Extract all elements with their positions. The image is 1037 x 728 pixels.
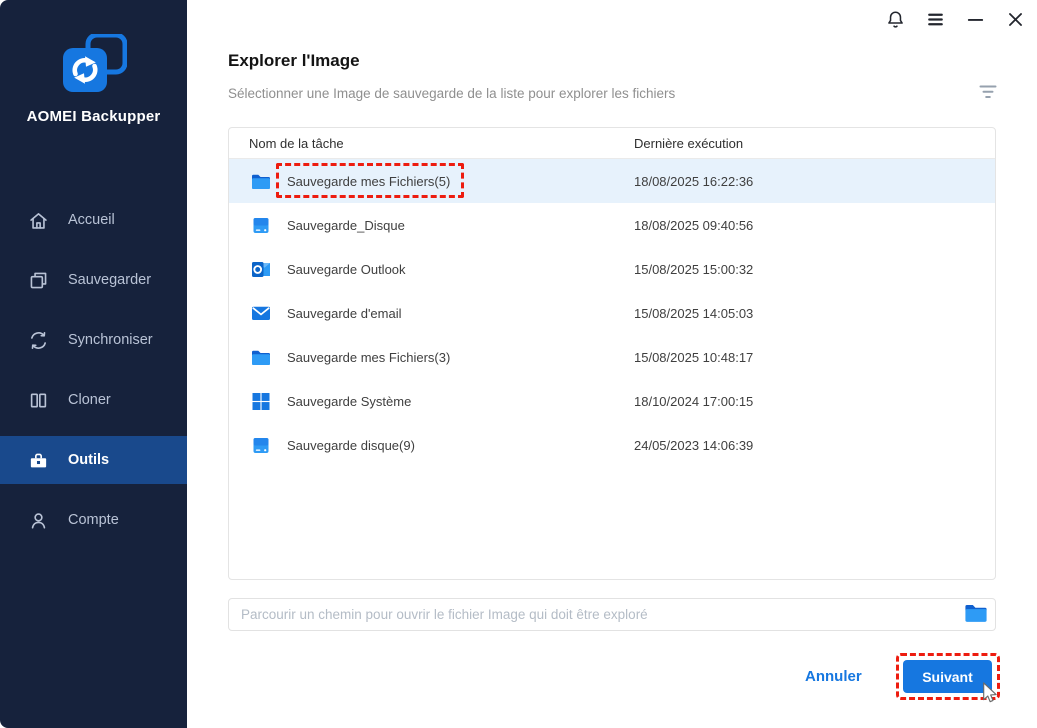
disk-icon (251, 217, 271, 234)
task-last-run: 24/05/2023 14:06:39 (634, 437, 754, 453)
sidebar-item-label: Accueil (68, 212, 115, 228)
filter-icon (978, 84, 998, 103)
windows-icon (251, 392, 271, 410)
sync-icon (28, 330, 49, 351)
task-last-run: 15/08/2025 14:05:03 (634, 305, 754, 321)
sidebar-item-accueil[interactable]: Accueil (0, 196, 187, 244)
sidebar-nav: Accueil Sauvegarder Synchroniser Cloner … (0, 196, 187, 556)
sidebar-item-outils[interactable]: Outils (0, 436, 187, 484)
bell-icon (885, 9, 906, 33)
aomei-logo-icon (63, 32, 128, 98)
copy-icon (28, 270, 49, 291)
table-header: Nom de la tâche Dernière exécution (229, 128, 995, 159)
task-name: Sauvegarde disque(9) (287, 437, 415, 453)
outlook-icon (251, 261, 271, 278)
home-icon (28, 210, 49, 231)
table-row[interactable]: Sauvegarde Système 18/10/2024 17:00:15 (229, 379, 995, 423)
next-button[interactable]: Suivant (903, 660, 992, 693)
task-name: Sauvegarde Outlook (287, 261, 406, 277)
folder-icon (251, 349, 271, 366)
folder-icon (251, 173, 271, 190)
task-name: Sauvegarde Système (287, 393, 412, 409)
browse-button[interactable] (963, 603, 989, 625)
menu-icon (925, 9, 946, 33)
app-window: AOMEI Backupper Accueil Sauvegarder Sync… (0, 0, 1037, 728)
table-row[interactable]: Sauvegarde mes Fichiers(5) 18/08/2025 16… (229, 159, 995, 203)
table-row[interactable]: Sauvegarde_Disque 18/08/2025 09:40:56 (229, 203, 995, 247)
table-row[interactable]: Sauvegarde Outlook 15/08/2025 15:00:32 (229, 247, 995, 291)
sidebar-item-synchroniser[interactable]: Synchroniser (0, 316, 187, 364)
sidebar-item-compte[interactable]: Compte (0, 496, 187, 544)
table-rows: Sauvegarde mes Fichiers(5) 18/08/2025 16… (229, 159, 995, 467)
table-row[interactable]: Sauvegarde disque(9) 24/05/2023 14:06:39 (229, 423, 995, 467)
sidebar: AOMEI Backupper Accueil Sauvegarder Sync… (0, 0, 187, 728)
minimize-button[interactable] (965, 10, 986, 31)
sidebar-item-label: Outils (68, 452, 110, 468)
close-button[interactable] (1005, 10, 1026, 31)
disk-icon (251, 437, 271, 454)
page-subtitle: Sélectionner une Image de sauvegarde de … (228, 86, 676, 101)
mail-icon (251, 305, 271, 322)
backup-task-table: Nom de la tâche Dernière exécution Sauve… (228, 127, 996, 580)
column-header-task-name: Nom de la tâche (249, 135, 344, 151)
menu-button[interactable] (925, 10, 946, 31)
table-row[interactable]: Sauvegarde d'email 15/08/2025 14:05:03 (229, 291, 995, 335)
app-name: AOMEI Backupper (26, 108, 161, 125)
task-name: Sauvegarde d'email (287, 305, 402, 321)
task-name: Sauvegarde_Disque (287, 217, 405, 233)
filter-button[interactable] (977, 84, 999, 102)
toolbox-icon (28, 450, 49, 471)
sidebar-item-label: Sauvegarder (68, 272, 152, 288)
sidebar-item-cloner[interactable]: Cloner (0, 376, 187, 424)
sidebar-item-label: Synchroniser (68, 332, 153, 348)
task-last-run: 15/08/2025 10:48:17 (634, 349, 754, 365)
sidebar-item-label: Compte (68, 512, 119, 528)
cancel-button[interactable]: Annuler (805, 668, 862, 685)
notifications-button[interactable] (885, 10, 906, 31)
user-icon (28, 510, 49, 531)
close-icon (1005, 9, 1026, 33)
task-last-run: 18/10/2024 17:00:15 (634, 393, 754, 409)
task-last-run: 18/08/2025 16:22:36 (634, 173, 754, 189)
image-path-input[interactable] (228, 598, 996, 631)
table-row[interactable]: Sauvegarde mes Fichiers(3) 15/08/2025 10… (229, 335, 995, 379)
task-last-run: 18/08/2025 09:40:56 (634, 217, 754, 233)
folder-icon (964, 605, 988, 626)
sidebar-item-sauvegarder[interactable]: Sauvegarder (0, 256, 187, 304)
column-header-last-run: Dernière exécution (634, 135, 744, 151)
task-name: Sauvegarde mes Fichiers(3) (287, 349, 451, 365)
task-name: Sauvegarde mes Fichiers(5) (287, 173, 451, 189)
clone-icon (28, 390, 49, 411)
path-input-wrap (228, 598, 996, 631)
task-last-run: 15/08/2025 15:00:32 (634, 261, 754, 277)
window-controls (885, 10, 1026, 31)
minimize-icon (965, 9, 986, 33)
sidebar-item-label: Cloner (68, 392, 111, 408)
page-title: Explorer l'Image (228, 51, 360, 70)
